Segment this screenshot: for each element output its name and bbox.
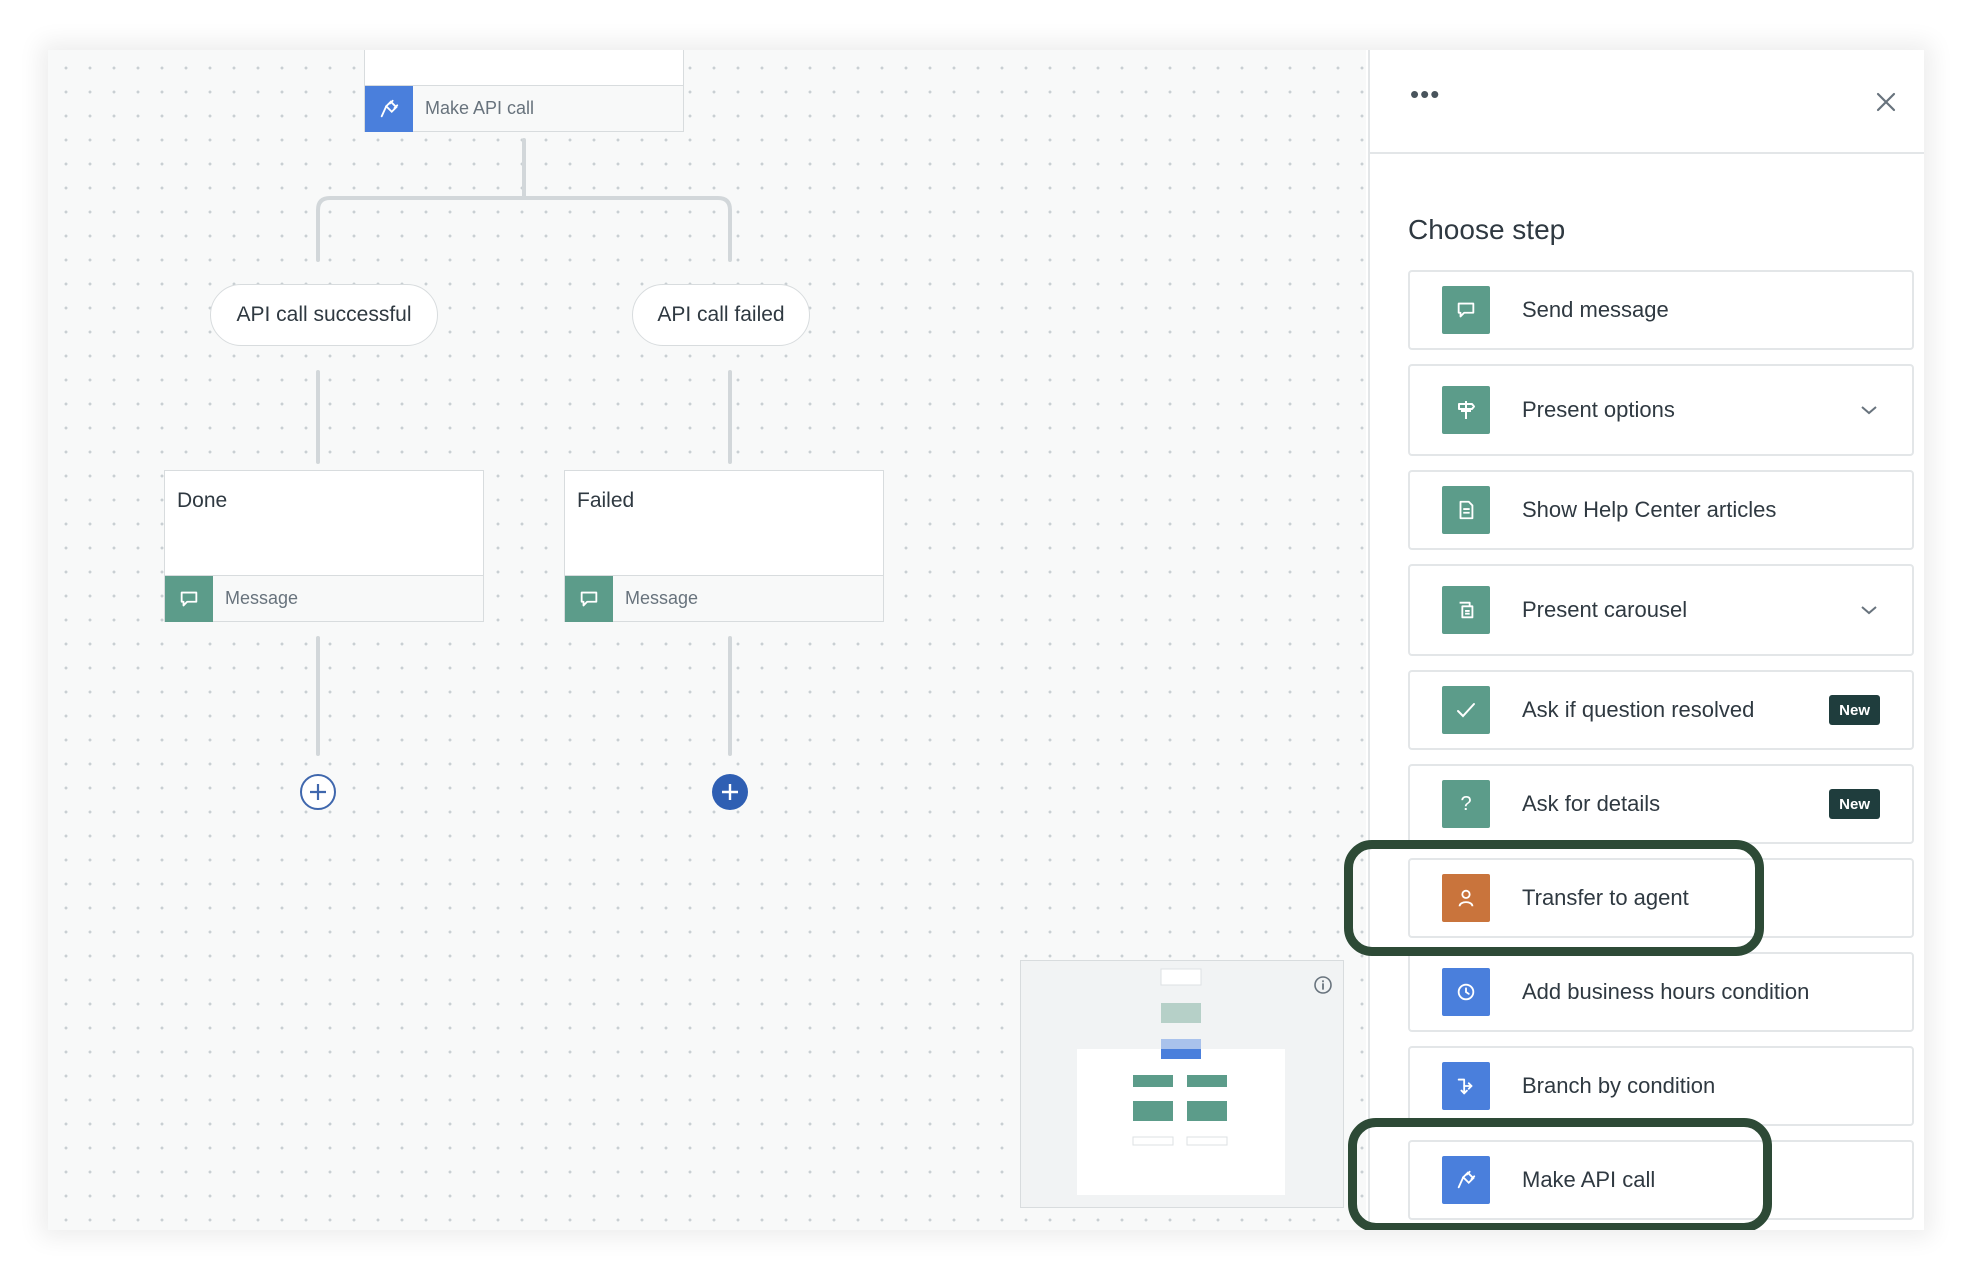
step-ask-for-details[interactable]: ? Ask for details New xyxy=(1408,764,1914,844)
plug-icon xyxy=(365,85,413,132)
step-label: Present options xyxy=(1522,397,1675,422)
step-label: Ask for details xyxy=(1522,791,1661,816)
new-badge: New xyxy=(1829,789,1880,819)
person-icon xyxy=(1442,874,1490,922)
clock-icon xyxy=(1442,968,1490,1016)
question-icon: ? xyxy=(1442,780,1490,828)
plus-icon xyxy=(310,784,326,800)
step-label: Make API call xyxy=(1522,1167,1656,1192)
step-present-options[interactable]: Present options xyxy=(1408,364,1914,456)
step-label: Transfer to agent xyxy=(1522,885,1689,910)
step-branch-by-condition[interactable]: Branch by condition xyxy=(1408,1046,1914,1126)
chevron-down-icon[interactable] xyxy=(1860,404,1878,416)
panel-title: Choose step xyxy=(1408,214,1566,245)
step-show-help-center-articles[interactable]: Show Help Center articles xyxy=(1408,470,1914,550)
branch-label-success[interactable]: API call successful xyxy=(210,284,438,346)
speech-bubble-icon xyxy=(565,575,613,622)
choose-step-panel: ••• Choose step Send message Present opt… xyxy=(1344,50,1924,1230)
done-message-node[interactable]: Done Message xyxy=(164,470,484,622)
check-icon xyxy=(1442,686,1490,734)
make-api-call-node[interactable]: Make API call xyxy=(364,50,684,132)
failed-message-node[interactable]: Failed Message xyxy=(564,470,884,622)
plus-icon xyxy=(722,784,738,800)
step-add-business-hours-condition[interactable]: Add business hours condition xyxy=(1408,952,1914,1032)
node-footer: Message xyxy=(165,575,483,622)
step-transfer-to-agent[interactable]: Transfer to agent xyxy=(1408,858,1914,938)
carousel-icon xyxy=(1442,586,1490,634)
node-title: Failed xyxy=(577,489,635,512)
node-title: Done xyxy=(177,489,228,512)
branch-icon xyxy=(1442,1062,1490,1110)
app-window: Make API call API call successful API ca… xyxy=(48,50,1924,1230)
new-badge: New xyxy=(1829,695,1880,725)
branch-label-failed[interactable]: API call failed xyxy=(632,284,810,346)
minimap[interactable] xyxy=(1020,960,1344,1208)
minimap-preview xyxy=(1132,968,1228,1146)
add-step-button[interactable] xyxy=(712,774,748,810)
signpost-icon xyxy=(1442,386,1490,434)
plug-icon xyxy=(1442,1156,1490,1204)
chevron-down-icon[interactable] xyxy=(1860,604,1878,616)
step-send-message[interactable]: Send message xyxy=(1408,270,1914,350)
node-footer: Make API call xyxy=(365,85,683,132)
step-label: Branch by condition xyxy=(1522,1073,1716,1098)
flow-canvas[interactable]: Make API call API call successful API ca… xyxy=(48,50,1366,1230)
close-icon[interactable] xyxy=(1872,88,1900,116)
step-label: Add business hours condition xyxy=(1522,979,1810,1004)
speech-bubble-icon xyxy=(165,575,213,622)
info-icon[interactable] xyxy=(1313,975,1333,995)
more-options-button[interactable]: ••• xyxy=(1410,81,1450,114)
step-make-api-call[interactable]: Make API call xyxy=(1408,1140,1914,1220)
node-footer: Message xyxy=(565,575,883,622)
panel-header: ••• xyxy=(1370,50,1924,154)
step-label: Show Help Center articles xyxy=(1522,497,1777,522)
article-icon xyxy=(1442,486,1490,534)
step-label: Present carousel xyxy=(1522,597,1688,622)
node-step-label: Message xyxy=(225,588,299,608)
add-step-button[interactable] xyxy=(300,774,336,810)
step-present-carousel[interactable]: Present carousel xyxy=(1408,564,1914,656)
speech-bubble-icon xyxy=(1442,286,1490,334)
step-label: Ask if question resolved xyxy=(1522,697,1755,722)
node-step-label: Make API call xyxy=(425,98,535,118)
node-step-label: Message xyxy=(625,588,699,608)
step-ask-if-question-resolved[interactable]: Ask if question resolved New xyxy=(1408,670,1914,750)
step-label: Send message xyxy=(1522,297,1669,322)
